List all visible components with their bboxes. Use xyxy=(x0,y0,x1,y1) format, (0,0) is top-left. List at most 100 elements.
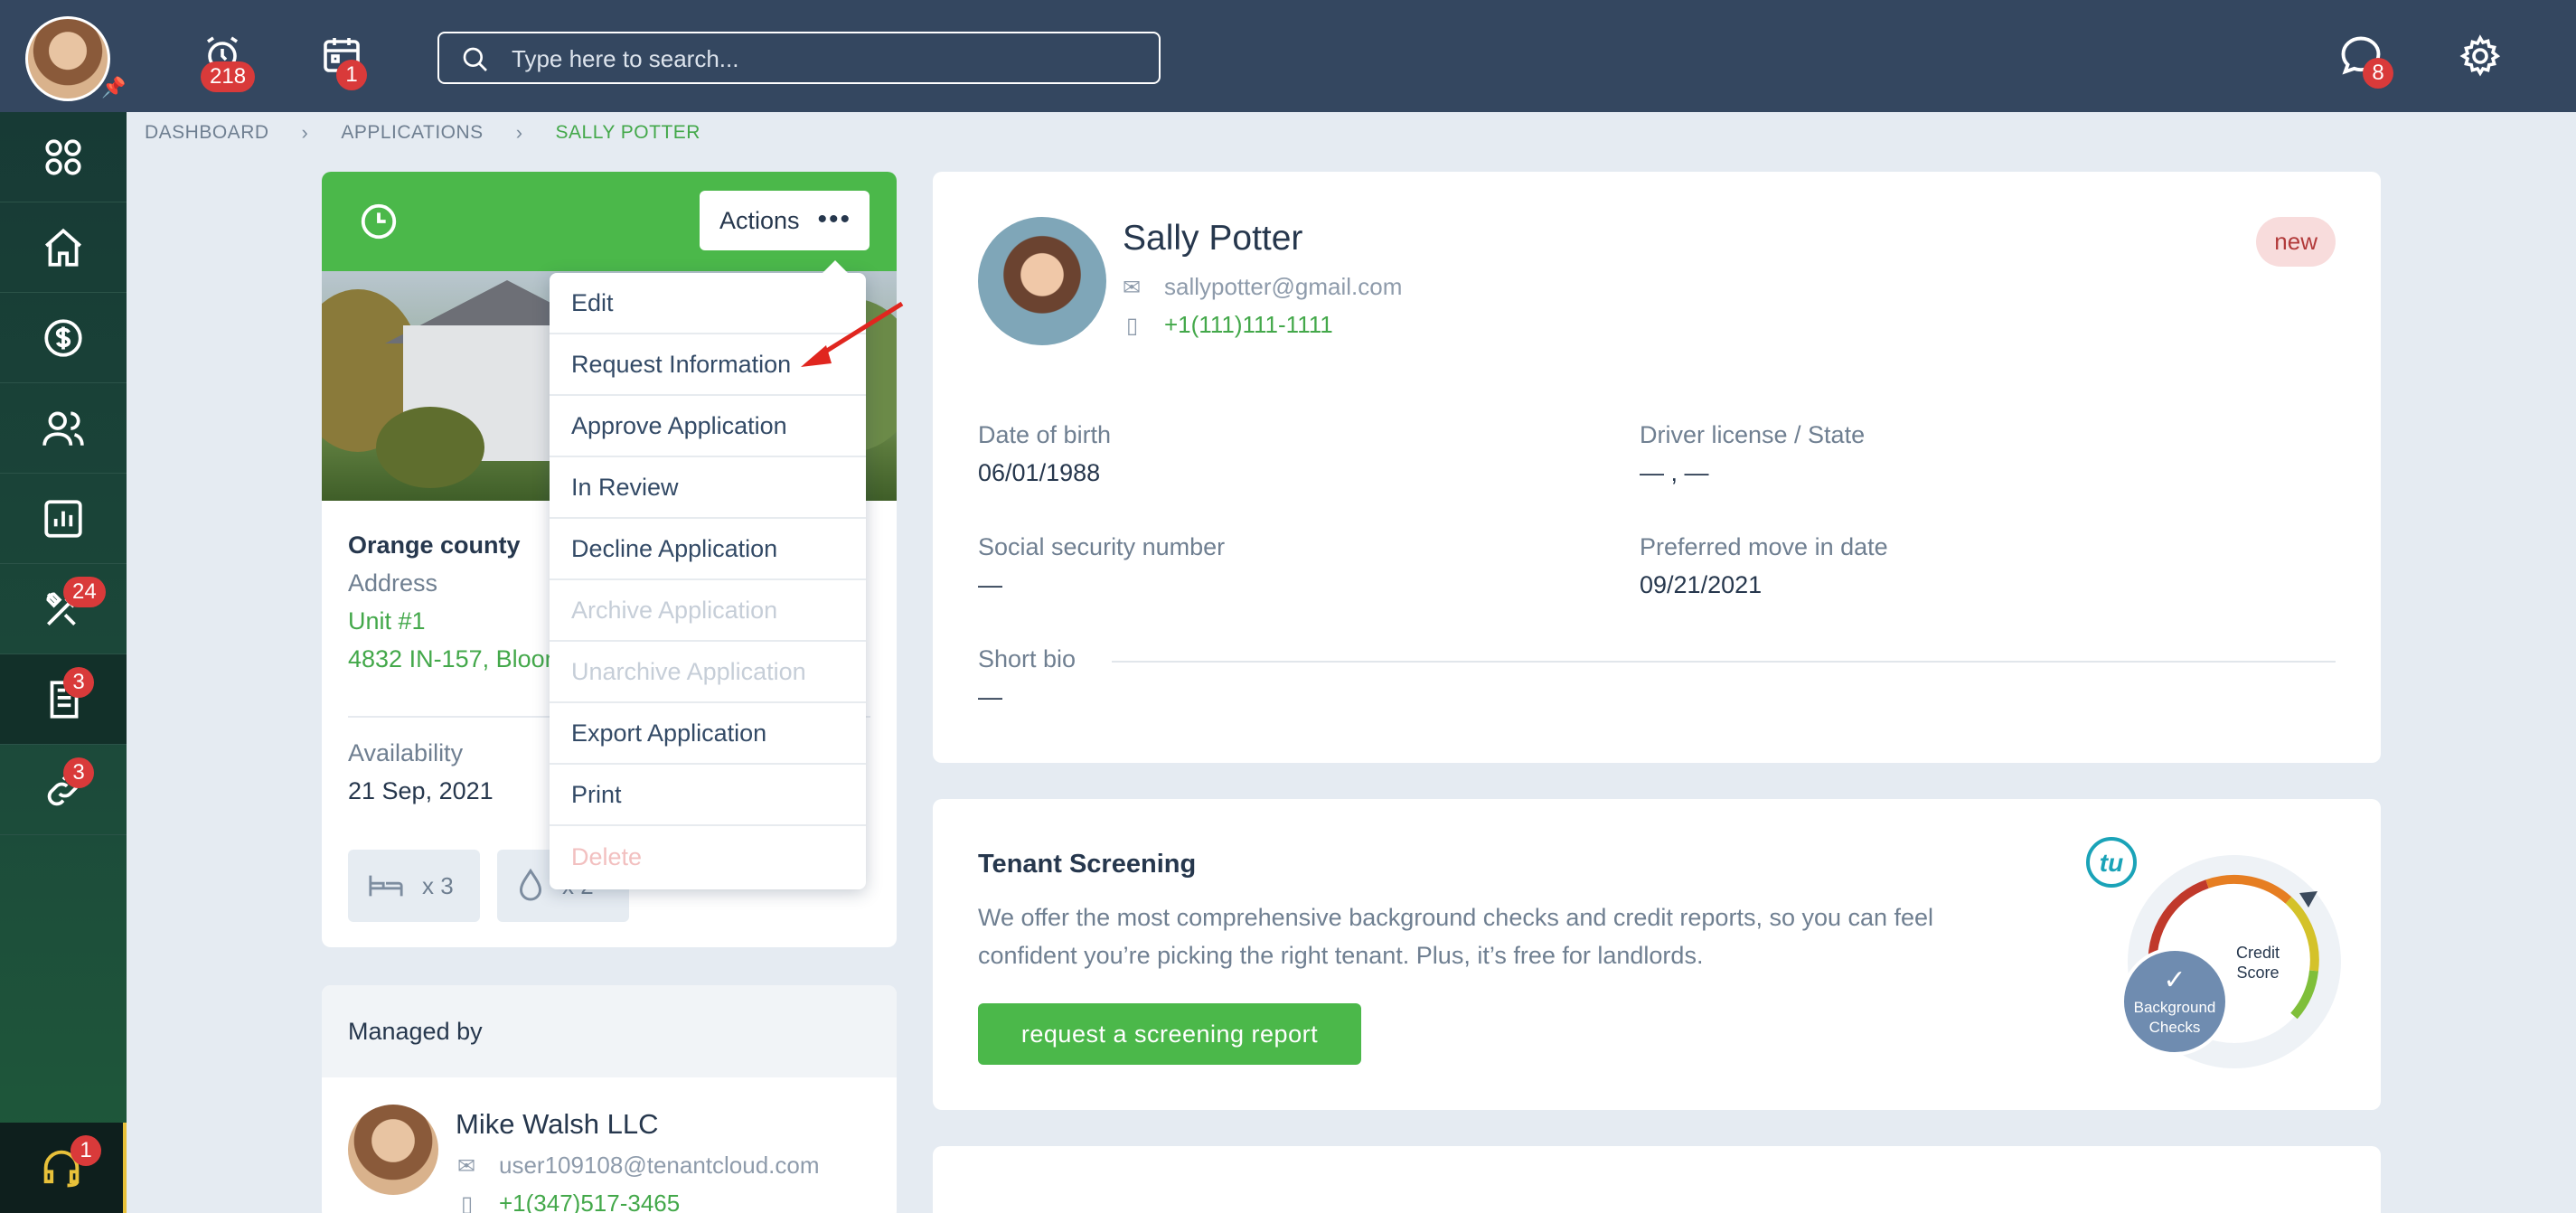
search-box[interactable] xyxy=(437,32,1161,84)
apps-icon xyxy=(45,138,81,175)
license-value: — , — xyxy=(1640,459,1709,486)
pin-icon[interactable]: 📌 xyxy=(101,76,126,99)
property-county: Orange county xyxy=(348,531,521,559)
property-card-header: Actions ••• xyxy=(322,172,897,271)
actions-button[interactable]: Actions ••• xyxy=(700,191,870,250)
menu-item-delete: Delete xyxy=(571,842,643,870)
bio-label: Short bio xyxy=(978,645,1076,672)
menu-item-unarchive-application: Unarchive Application xyxy=(550,642,866,703)
menu-item-approve-application[interactable]: Approve Application xyxy=(550,396,866,457)
manager-phone[interactable]: +1(347)517-3465 xyxy=(499,1189,680,1213)
maintenance-badge: 24 xyxy=(63,577,106,607)
availability-label: Availability xyxy=(348,739,464,766)
ssn-value: — xyxy=(978,571,1002,598)
license-label: Driver license / State xyxy=(1640,421,1866,448)
mail-icon: ✉ xyxy=(457,1154,476,1179)
clock-icon xyxy=(361,203,397,240)
help-button[interactable]: 1 xyxy=(0,1123,127,1213)
managed-by-title: Managed by xyxy=(322,985,897,1077)
links-badge: 3 xyxy=(63,757,94,788)
search-input[interactable] xyxy=(512,42,1144,75)
menu-item-print[interactable]: Print xyxy=(550,765,866,826)
dob-label: Date of birth xyxy=(978,421,1112,448)
screening-description: We offer the most comprehensive backgrou… xyxy=(978,904,1934,969)
applications-badge: 3 xyxy=(63,667,94,698)
applicant-name: Sally Potter xyxy=(1123,219,1303,258)
screening-title: Tenant Screening xyxy=(978,850,1197,879)
credit-score-gauge: Credit Score tu ✓ Background Checks xyxy=(2086,837,2341,1068)
top-bar: 📌 218 1 8 xyxy=(0,0,2576,112)
home-icon xyxy=(45,228,81,267)
menu-item-export-application[interactable]: Export Application xyxy=(550,703,866,765)
chart-icon xyxy=(44,499,82,538)
check-icon: ✓ xyxy=(2163,964,2186,996)
manager-email[interactable]: user109108@tenantcloud.com xyxy=(499,1152,820,1180)
transunion-logo: tu xyxy=(2100,849,2123,877)
manager-name[interactable]: Mike Walsh LLC xyxy=(456,1108,659,1141)
calendar-badge: 1 xyxy=(336,60,367,90)
applicant-card: Sally Potter ✉ sallypotter@gmail.com ▯ +… xyxy=(933,172,2381,763)
check-label-background: Background xyxy=(2134,999,2216,1016)
user-avatar[interactable] xyxy=(25,16,110,101)
sidebar-item-applications[interactable]: 3 xyxy=(0,654,127,745)
request-screening-button[interactable]: request a screening report xyxy=(978,1003,1361,1065)
divider xyxy=(1112,661,2336,663)
messages-button[interactable]: 8 xyxy=(2337,33,2393,89)
ssn-label: Social security number xyxy=(978,533,1226,560)
people-icon xyxy=(42,410,84,446)
chevron-right-icon: › xyxy=(515,121,523,144)
pointer-arrow-icon xyxy=(801,301,904,367)
breadcrumb-applications[interactable]: APPLICATIONS xyxy=(341,122,483,144)
actions-label: Actions xyxy=(719,206,800,234)
beds-chip: x 3 xyxy=(348,850,480,922)
calendar-button[interactable]: 1 xyxy=(320,33,367,90)
move-in-value: 09/21/2021 xyxy=(1640,571,1763,598)
alerts-button[interactable]: 218 xyxy=(201,33,256,92)
more-dots-icon: ••• xyxy=(817,204,851,234)
menu-item-decline-application[interactable]: Decline Application xyxy=(550,519,866,580)
sidebar-item-home[interactable] xyxy=(0,202,127,293)
applicant-phone[interactable]: +1(111)111-1111 xyxy=(1164,311,1333,339)
sidebar-item-reports[interactable] xyxy=(0,474,127,564)
breadcrumb-current: SALLY POTTER xyxy=(555,122,700,143)
applicant-avatar xyxy=(978,217,1106,345)
phone-icon: ▯ xyxy=(461,1192,474,1213)
settings-button[interactable] xyxy=(2458,34,2502,82)
mail-icon: ✉ xyxy=(1123,276,1142,300)
dob-value: 06/01/1988 xyxy=(978,459,1101,486)
breadcrumb-dashboard[interactable]: DASHBOARD xyxy=(145,122,269,144)
sidebar-item-apps[interactable] xyxy=(0,112,127,202)
sidebar-item-people[interactable] xyxy=(0,383,127,474)
gear-icon xyxy=(2459,34,2501,77)
applicant-email[interactable]: sallypotter@gmail.com xyxy=(1164,273,1402,301)
manager-avatar xyxy=(348,1105,438,1195)
dollar-icon xyxy=(44,318,82,357)
help-badge: 1 xyxy=(71,1135,101,1166)
phone-icon: ▯ xyxy=(1126,314,1139,338)
menu-item-archive-application: Archive Application xyxy=(550,580,866,642)
sidebar: 24 3 3 1 xyxy=(0,112,127,1213)
alerts-badge: 218 xyxy=(201,61,256,92)
next-card xyxy=(933,1146,2381,1213)
status-badge: new xyxy=(2256,217,2336,267)
water-drop-icon xyxy=(519,868,542,901)
sidebar-item-maintenance[interactable]: 24 xyxy=(0,564,127,654)
gauge-label-credit: Credit xyxy=(2236,944,2280,962)
chevron-right-icon: › xyxy=(301,121,309,144)
beds-count: x 3 xyxy=(422,871,454,899)
messages-badge: 8 xyxy=(2363,58,2393,89)
sidebar-item-accounting[interactable] xyxy=(0,293,127,383)
check-label-checks: Checks xyxy=(2149,1019,2201,1036)
breadcrumb: DASHBOARD › APPLICATIONS › SALLY POTTER xyxy=(145,118,700,148)
menu-item-in-review[interactable]: In Review xyxy=(550,457,866,519)
gauge-label-score: Score xyxy=(2236,964,2279,982)
availability-value: 21 Sep, 2021 xyxy=(348,777,494,804)
bio-value: — xyxy=(978,683,1002,710)
property-unit[interactable]: Unit #1 xyxy=(348,607,426,635)
address-label: Address xyxy=(348,569,438,597)
bed-icon xyxy=(369,875,403,897)
search-icon xyxy=(463,47,487,71)
sidebar-item-links[interactable]: 3 xyxy=(0,745,127,835)
tenant-screening-card: Tenant Screening We offer the most compr… xyxy=(933,799,2381,1110)
move-in-label: Preferred move in date xyxy=(1640,533,1888,560)
